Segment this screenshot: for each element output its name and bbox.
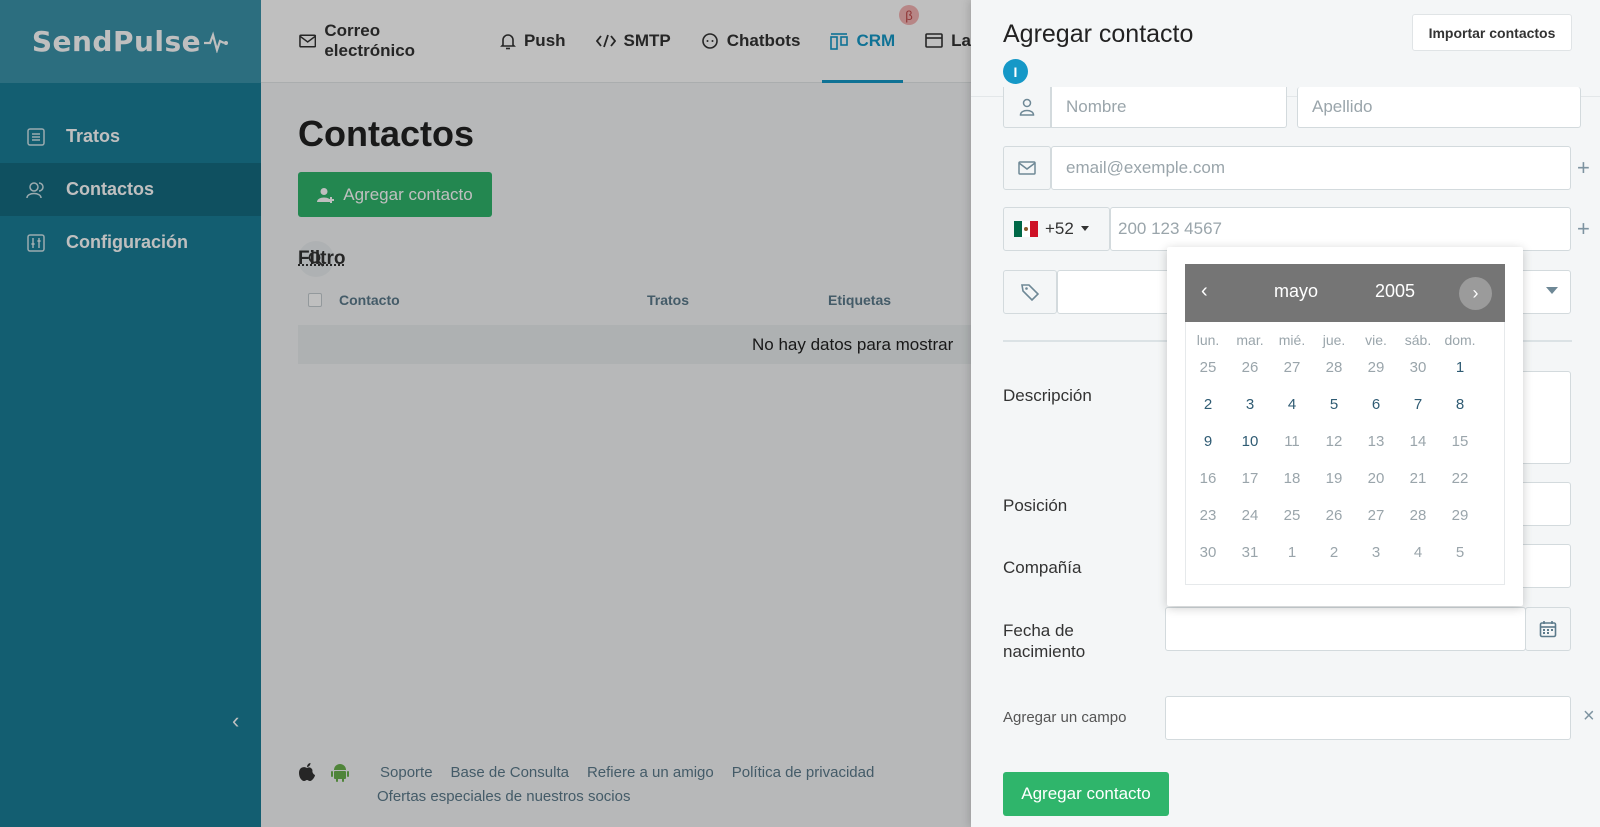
email-placeholder: email@exemple.com	[1066, 158, 1225, 177]
weekday-label: lun.	[1196, 332, 1220, 348]
calendar-day: 30	[1409, 359, 1427, 376]
calendar-day: 23	[1199, 507, 1217, 524]
datepicker-grid: lun. mar. mié. jue. vie. sáb. dom. 25 26 27 28 29 30…	[1185, 322, 1505, 585]
calendar-day[interactable]: 2	[1187, 396, 1229, 413]
name-icon-box	[1003, 87, 1051, 128]
position-label: Posición	[1003, 496, 1068, 515]
datepicker-year[interactable]: 2005	[1375, 281, 1415, 302]
prev-month-button[interactable]: ‹	[1201, 280, 1208, 303]
calendar-day[interactable]: 6	[1355, 396, 1397, 413]
mail-icon	[1018, 161, 1036, 175]
first-name-placeholder: Nombre	[1066, 97, 1127, 116]
tags-icon-box	[1003, 270, 1057, 314]
calendar-day[interactable]: 7	[1397, 396, 1439, 413]
calendar-day: 11	[1284, 433, 1300, 450]
caret-down-icon	[1080, 226, 1089, 231]
mexico-flag-icon	[1014, 221, 1038, 237]
calendar-day[interactable]: 3	[1229, 396, 1271, 413]
weekday-label: mié.	[1278, 332, 1306, 348]
calendar-day[interactable]: 10	[1229, 433, 1271, 450]
calendar-day[interactable]: 8	[1439, 396, 1481, 413]
calendar-day[interactable]: 4	[1271, 396, 1313, 413]
country-code: +52	[1045, 219, 1074, 238]
add-field-label: Agregar un campo	[1003, 709, 1127, 726]
remove-field-button[interactable]: ×	[1583, 705, 1595, 728]
calendar-day: 14	[1409, 433, 1427, 450]
weekday-label: mar.	[1236, 332, 1264, 348]
email-field[interactable]: email@exemple.com	[1051, 146, 1571, 190]
calendar-day: 2	[1329, 544, 1339, 561]
last-name-placeholder: Apellido	[1312, 97, 1373, 116]
calendar-day: 26	[1241, 359, 1259, 376]
datepicker: ‹ mayo 2005 › lun. mar. mié. jue. vie. sáb. do…	[1167, 247, 1523, 606]
calendar-day: 29	[1451, 507, 1469, 524]
add-field-input[interactable]	[1165, 696, 1571, 740]
calendar-day: 12	[1325, 433, 1343, 450]
description-label: Descripción	[1003, 386, 1092, 405]
user-icon	[1019, 98, 1035, 116]
calendar-day: 31	[1241, 544, 1259, 561]
add-phone-button[interactable]: +	[1577, 216, 1590, 242]
country-code-select[interactable]: +52	[1003, 207, 1110, 251]
calendar-day: 28	[1325, 359, 1343, 376]
calendar-day: 1	[1287, 544, 1297, 561]
email-icon-box	[1003, 146, 1051, 190]
weekday-label: vie.	[1365, 332, 1387, 348]
calendar-day: 24	[1241, 507, 1259, 524]
birthdate-label: Fecha de nacimiento	[1003, 620, 1085, 662]
tag-icon	[1021, 284, 1040, 302]
calendar-button[interactable]	[1525, 607, 1571, 651]
calendar-day: 30	[1199, 544, 1217, 561]
calendar-day: 20	[1367, 470, 1385, 487]
last-name-field[interactable]: Apellido	[1297, 87, 1581, 128]
weekday-label: dom.	[1444, 332, 1476, 348]
calendar-day: 5	[1455, 544, 1465, 561]
calendar-day[interactable]: 9	[1187, 433, 1229, 450]
calendar-day: 4	[1413, 544, 1423, 561]
calendar-day[interactable]: 1	[1439, 359, 1481, 376]
phone-field[interactable]: 200 123 4567	[1110, 207, 1571, 251]
calendar-day: 22	[1451, 470, 1469, 487]
calendar-day: 13	[1367, 433, 1385, 450]
panel-title: Agregar contacto	[1003, 20, 1194, 48]
calendar-day: 16	[1199, 470, 1217, 487]
company-label: Compañía	[1003, 558, 1082, 577]
calendar-day: 25	[1283, 507, 1301, 524]
import-contacts-button[interactable]: Importar contactos	[1412, 14, 1572, 51]
calendar-day: 15	[1451, 433, 1469, 450]
calendar-day[interactable]: 5	[1313, 396, 1355, 413]
weekday-label: sáb.	[1404, 332, 1432, 348]
calendar-day: 18	[1283, 470, 1301, 487]
calendar-icon	[1539, 621, 1557, 638]
calendar-day: 25	[1199, 359, 1217, 376]
phone-placeholder: 200 123 4567	[1118, 219, 1222, 238]
calendar-day: 27	[1283, 359, 1301, 376]
first-name-field[interactable]: Nombre	[1051, 87, 1287, 128]
calendar-day: 17	[1241, 470, 1259, 487]
birthdate-label-line1: Fecha de	[1003, 621, 1074, 640]
calendar-day: 27	[1367, 507, 1385, 524]
calendar-day: 3	[1371, 544, 1381, 561]
datepicker-month[interactable]: mayo	[1274, 281, 1318, 302]
calendar-day: 28	[1409, 507, 1427, 524]
calendar-day: 19	[1325, 470, 1343, 487]
calendar-day: 21	[1409, 470, 1427, 487]
next-month-button[interactable]: ›	[1459, 277, 1492, 310]
calendar-day: 26	[1325, 507, 1343, 524]
birthdate-field[interactable]	[1165, 607, 1526, 651]
submit-contact-button[interactable]: Agregar contacto	[1003, 772, 1169, 816]
weekday-label: jue.	[1322, 332, 1346, 348]
add-email-button[interactable]: +	[1577, 155, 1590, 181]
info-badge[interactable]: I	[1003, 59, 1028, 84]
modal-overlay[interactable]	[0, 0, 971, 827]
calendar-day: 29	[1367, 359, 1385, 376]
birthdate-label-line2: nacimiento	[1003, 642, 1086, 661]
tags-caret-down-icon[interactable]	[1546, 287, 1558, 295]
datepicker-header: ‹ mayo 2005 ›	[1185, 264, 1505, 322]
